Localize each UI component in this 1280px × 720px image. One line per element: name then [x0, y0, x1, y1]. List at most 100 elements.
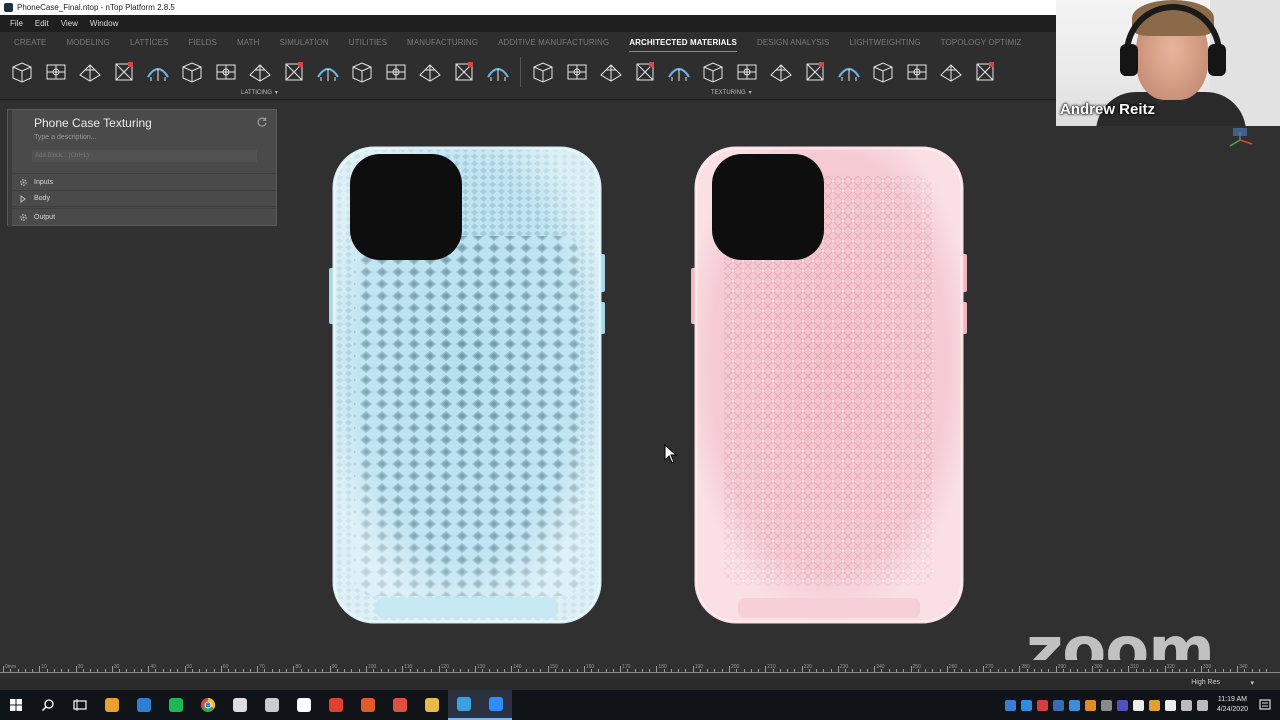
panel-row-body[interactable]: Body [8, 190, 276, 207]
tab-simulation[interactable]: SIMULATION [279, 38, 328, 47]
ruler-tick [1092, 666, 1093, 672]
windows-start-icon[interactable] [0, 690, 32, 720]
ruler-tick [75, 666, 77, 672]
tab-topology-optimiz[interactable]: TOPOLOGY OPTIMIZ [941, 38, 1022, 47]
panel-row-inputs[interactable]: Inputs [8, 173, 276, 190]
texture-tool-icon[interactable] [767, 58, 795, 86]
menu-window[interactable]: Window [90, 19, 118, 28]
refresh-icon[interactable] [256, 116, 268, 128]
lattice-tool-icon[interactable] [42, 58, 70, 86]
ruler-label: 210 [767, 664, 776, 670]
system-clock[interactable]: 11:19 AM 4/24/2020 [1217, 695, 1248, 715]
chevron-down-icon[interactable]: ▾ [1250, 679, 1254, 687]
tray-app-icon[interactable] [1036, 699, 1048, 711]
vscode-icon[interactable] [128, 690, 160, 720]
panel-row-output[interactable]: Output [8, 208, 276, 225]
spotify-icon[interactable] [160, 690, 192, 720]
tab-utilities[interactable]: UTILITIES [349, 38, 387, 47]
app-icon[interactable] [384, 690, 416, 720]
texture-tool-icon[interactable] [699, 58, 727, 86]
tab-math[interactable]: MATH [237, 38, 259, 47]
folder-icon[interactable] [416, 690, 448, 720]
lattice-tool-icon[interactable] [484, 58, 512, 86]
texture-tool-icon[interactable] [733, 58, 761, 86]
tab-design-analysis[interactable]: DESIGN ANALYSIS [757, 38, 830, 47]
tab-modeling[interactable]: MODELING [66, 38, 109, 47]
latticing-group-label[interactable]: LATTICING ▾ [241, 89, 278, 96]
app-icon[interactable] [352, 690, 384, 720]
chrome-icon[interactable] [192, 690, 224, 720]
lattice-tool-icon[interactable] [450, 58, 478, 86]
tray-app-icon[interactable] [1084, 699, 1096, 711]
ruler-tick [293, 666, 295, 672]
lattice-tool-icon[interactable] [8, 58, 36, 86]
lattice-tool-icon[interactable] [246, 58, 274, 86]
texture-tool-icon[interactable] [665, 58, 693, 86]
tray-app-icon[interactable] [1100, 699, 1112, 711]
lattice-tool-icon[interactable] [178, 58, 206, 86]
tray-app-icon[interactable] [1148, 699, 1160, 711]
panel-title[interactable]: Phone Case Texturing [34, 116, 152, 130]
texture-tool-icon[interactable] [529, 58, 557, 86]
ruler-tick [257, 666, 259, 672]
ruler-tick [402, 666, 404, 672]
task-view-icon[interactable] [64, 690, 96, 720]
lattice-tool-icon[interactable] [348, 58, 376, 86]
texture-tool-icon[interactable] [869, 58, 897, 86]
view-cube-icon[interactable] [1226, 126, 1256, 152]
render-quality-select[interactable]: High Res [1191, 679, 1220, 686]
tab-lattices[interactable]: LATTICES [130, 38, 168, 47]
bluetooth-icon[interactable] [1020, 699, 1032, 711]
texture-tool-icon[interactable] [801, 58, 829, 86]
tab-architected-materials[interactable]: ARCHITECTED MATERIALS [629, 38, 737, 52]
pdf-icon[interactable] [320, 690, 352, 720]
menu-edit[interactable]: Edit [35, 19, 49, 28]
tray-app-icon[interactable] [1132, 699, 1144, 711]
tab-lightweighting[interactable]: LIGHTWEIGHTING [849, 38, 920, 47]
add-block-input[interactable]: Add Block... (Ctrl+L) [32, 150, 257, 162]
texture-tool-icon[interactable] [937, 58, 965, 86]
texture-tool-icon[interactable] [631, 58, 659, 86]
tab-fields[interactable]: FIELDS [188, 38, 217, 47]
ruler-tick [111, 666, 113, 672]
texture-tool-icon[interactable] [563, 58, 591, 86]
description-field[interactable]: Type a description... [34, 134, 97, 141]
tray-app-icon[interactable] [1052, 699, 1064, 711]
tray-app-icon[interactable] [1164, 699, 1176, 711]
texture-tool-icon[interactable] [597, 58, 625, 86]
menu-file[interactable]: File [10, 19, 23, 28]
lattice-tool-icon[interactable] [212, 58, 240, 86]
texture-tool-icon[interactable] [835, 58, 863, 86]
lattice-tool-icon[interactable] [144, 58, 172, 86]
tray-app-icon[interactable] [1116, 699, 1128, 711]
lattice-tool-icon[interactable] [382, 58, 410, 86]
ruler-tick [39, 666, 41, 672]
tab-additive-manufacturing[interactable]: ADDITIVE MANUFACTURING [498, 38, 609, 47]
browser-icon[interactable] [224, 690, 256, 720]
lattice-tool-icon[interactable] [280, 58, 308, 86]
network-icon[interactable] [1004, 699, 1016, 711]
taskbar: 11:19 AM 4/24/2020 [0, 690, 1280, 720]
texturing-group-label[interactable]: TEXTURING ▾ [711, 89, 752, 96]
search-icon[interactable] [32, 690, 64, 720]
lattice-tool-icon[interactable] [110, 58, 138, 86]
tab-manufacturing[interactable]: MANUFACTURING [407, 38, 478, 47]
lattice-tool-icon[interactable] [314, 58, 342, 86]
lattice-tool-icon[interactable] [416, 58, 444, 86]
app-icon[interactable] [96, 690, 128, 720]
wifi-icon[interactable] [1180, 699, 1192, 711]
lattice-tool-icon[interactable] [76, 58, 104, 86]
phone-case-blue[interactable] [326, 146, 608, 626]
zoom-icon[interactable] [480, 690, 512, 720]
app-icon[interactable] [288, 690, 320, 720]
notification-icon[interactable] [1258, 698, 1272, 712]
terminal-icon[interactable] [256, 690, 288, 720]
tab-create[interactable]: CREATE [14, 38, 46, 47]
phone-case-pink[interactable] [688, 146, 970, 626]
ntop-icon[interactable] [448, 690, 480, 720]
texture-tool-icon[interactable] [971, 58, 999, 86]
texture-tool-icon[interactable] [903, 58, 931, 86]
menu-view[interactable]: View [61, 19, 78, 28]
volume-icon[interactable] [1196, 699, 1208, 711]
tray-app-icon[interactable] [1068, 699, 1080, 711]
